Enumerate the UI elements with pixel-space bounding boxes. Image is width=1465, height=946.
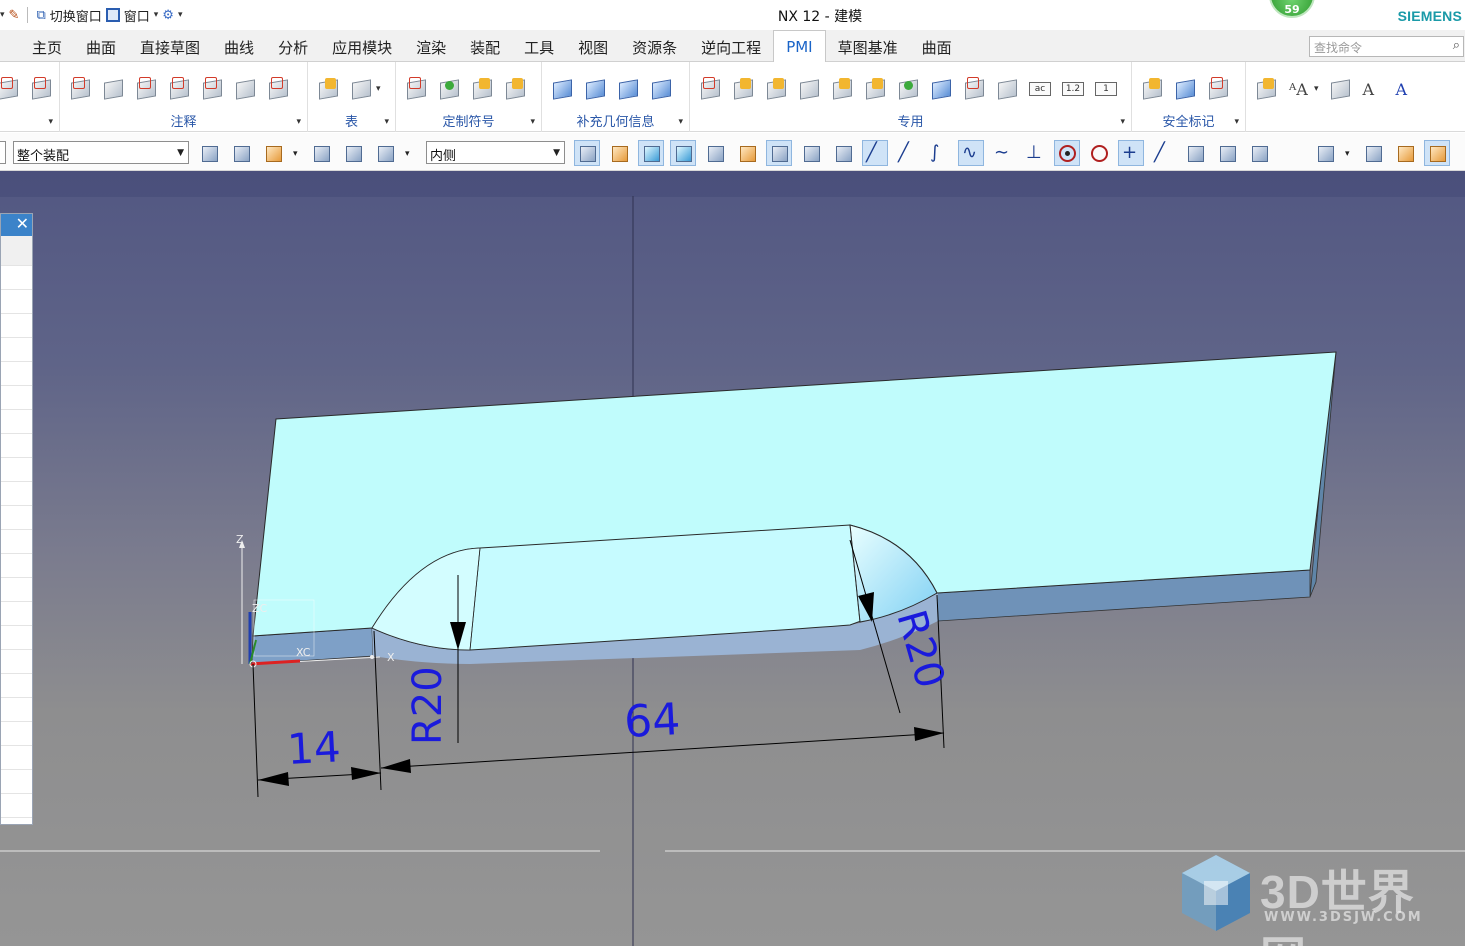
panel-row[interactable] [1,746,32,770]
panel-row[interactable] [1,674,32,698]
panel-row[interactable] [1,554,32,578]
panel-row[interactable] [1,626,32,650]
watermark-text: 3D世界网 [1260,866,1415,946]
panel-row[interactable] [1,410,32,434]
panel-row[interactable] [1,338,32,362]
panel-row[interactable] [1,386,32,410]
axis-label-x: X [387,651,395,664]
close-icon[interactable]: ✕ [16,214,29,233]
watermark-cube-logo [1182,855,1250,931]
panel-row[interactable] [1,314,32,338]
panel-row[interactable] [1,482,32,506]
dimension-64[interactable]: 64 [623,694,682,748]
part-navigator-panel[interactable]: ✕ [0,213,33,825]
panel-row[interactable] [1,794,32,818]
panel-row[interactable] [1,722,32,746]
panel-row[interactable] [1,266,32,290]
panel-row[interactable] [1,698,32,722]
panel-row[interactable] [1,434,32,458]
panel-column-header [1,236,32,266]
panel-row[interactable] [1,458,32,482]
axis-label-z: Z [236,533,244,546]
axis-label-xc: XC [296,646,311,659]
panel-row[interactable] [1,650,32,674]
panel-rows [1,266,32,818]
model-scene[interactable]: Z ZC XC X 14 64 R20 R20 [0,0,1465,946]
panel-row[interactable] [1,290,32,314]
panel-row[interactable] [1,530,32,554]
watermark: 3D世界网 WWW.3DSJW.COM [1180,850,1460,946]
radius-r20-left[interactable]: R20 [405,666,451,745]
panel-row[interactable] [1,602,32,626]
panel-row[interactable] [1,578,32,602]
panel-row[interactable] [1,362,32,386]
nx-window: ▾ ✎ ⧉ 切换窗口 窗口 ▾ ⚙ ▾ NX 12 - 建模 59 SIEMEN… [0,0,1465,946]
watermark-url: WWW.3DSJW.COM [1264,910,1423,925]
panel-row[interactable] [1,506,32,530]
panel-row[interactable] [1,770,32,794]
dimension-14[interactable]: 14 [286,722,342,774]
axis-label-zc: ZC [252,602,268,615]
